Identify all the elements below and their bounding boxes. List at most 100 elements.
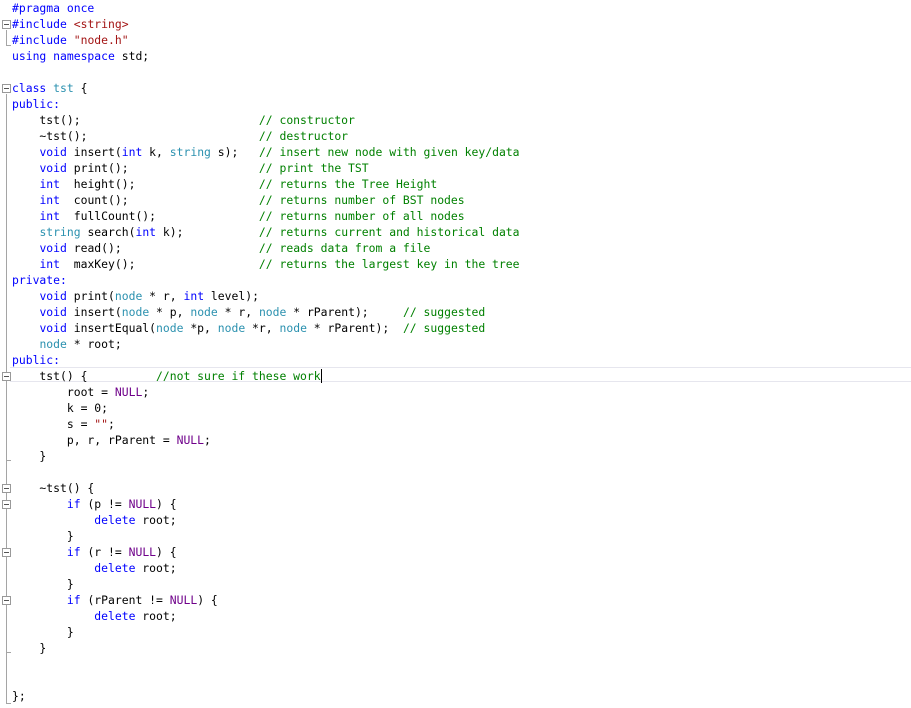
collapse-region-icon[interactable] bbox=[2, 484, 11, 493]
code-token: "node.h" bbox=[73, 33, 129, 47]
code-text: if (rParent != NULL) { bbox=[12, 592, 218, 608]
collapse-region-icon[interactable] bbox=[2, 596, 11, 605]
code-text: p, r, rParent = NULL; bbox=[12, 432, 211, 448]
code-text: root = NULL; bbox=[12, 384, 149, 400]
code-line[interactable]: int maxKey(); // returns the largest key… bbox=[0, 256, 911, 272]
code-token: count(); bbox=[60, 193, 259, 207]
code-line[interactable]: delete root; bbox=[0, 512, 911, 528]
code-token: string bbox=[169, 145, 211, 159]
code-line[interactable]: ~tst(); // destructor bbox=[0, 128, 911, 144]
code-token: node bbox=[39, 337, 67, 351]
code-line[interactable]: p, r, rParent = NULL; bbox=[0, 432, 911, 448]
code-line[interactable]: tst() { //not sure if these work bbox=[0, 368, 911, 384]
code-line[interactable]: public: bbox=[0, 96, 911, 112]
code-line[interactable] bbox=[0, 656, 911, 672]
code-token: insert( bbox=[66, 305, 122, 319]
code-token: delete bbox=[94, 609, 136, 623]
code-line[interactable]: ~tst() { bbox=[0, 480, 911, 496]
code-line[interactable]: } bbox=[0, 576, 911, 592]
code-token: read(); bbox=[66, 241, 259, 255]
collapse-region-icon[interactable] bbox=[2, 548, 11, 557]
code-line[interactable]: if (rParent != NULL) { bbox=[0, 592, 911, 608]
code-token: public: bbox=[12, 97, 61, 111]
code-text: tst() { //not sure if these work bbox=[12, 368, 322, 384]
code-line[interactable]: string search(int k); // returns current… bbox=[0, 224, 911, 240]
code-line[interactable]: void insert(int k, string s); // insert … bbox=[0, 144, 911, 160]
code-line[interactable]: using namespace std; bbox=[0, 48, 911, 64]
code-line[interactable]: private: bbox=[0, 272, 911, 288]
code-token: NULL bbox=[128, 497, 157, 511]
code-token: ; bbox=[142, 385, 150, 399]
code-line[interactable]: int height(); // returns the Tree Height bbox=[0, 176, 911, 192]
collapse-region-icon[interactable] bbox=[2, 372, 11, 381]
code-line[interactable]: s = ""; bbox=[0, 416, 911, 432]
code-line[interactable]: public: bbox=[0, 352, 911, 368]
code-line[interactable]: void insertEqual(node *p, node *r, node … bbox=[0, 320, 911, 336]
code-line[interactable]: if (p != NULL) { bbox=[0, 496, 911, 512]
code-line[interactable]: void read(); // reads data from a file bbox=[0, 240, 911, 256]
code-text: void print(node * r, int level); bbox=[12, 288, 259, 304]
code-token: root; bbox=[135, 561, 177, 575]
code-editor[interactable]: #pragma once #include <string> #include "n… bbox=[0, 0, 911, 708]
code-text: tst(); // constructor bbox=[12, 112, 354, 128]
code-line[interactable]: node * root; bbox=[0, 336, 911, 352]
code-line[interactable]: k = 0; bbox=[0, 400, 911, 416]
code-line[interactable]: tst(); // constructor bbox=[0, 112, 911, 128]
code-text: #include "node.h" bbox=[12, 32, 129, 48]
code-line[interactable]: delete root; bbox=[0, 560, 911, 576]
code-token: root; bbox=[135, 609, 177, 623]
code-line[interactable]: root = NULL; bbox=[0, 384, 911, 400]
code-line[interactable]: #pragma once bbox=[0, 0, 911, 16]
code-line[interactable]: } bbox=[0, 528, 911, 544]
code-line[interactable]: void print(node * r, int level); bbox=[0, 288, 911, 304]
code-text: void insert(node * p, node * r, node * r… bbox=[12, 304, 485, 320]
code-line[interactable] bbox=[0, 464, 911, 480]
code-line[interactable]: if (r != NULL) { bbox=[0, 544, 911, 560]
code-token: delete bbox=[94, 561, 136, 575]
code-line[interactable]: int count(); // returns number of BST no… bbox=[0, 192, 911, 208]
code-token: int bbox=[39, 257, 61, 271]
code-text: string search(int k); // returns current… bbox=[12, 224, 519, 240]
text-caret bbox=[320, 369, 322, 383]
collapse-region-icon[interactable] bbox=[2, 500, 11, 509]
code-token: node bbox=[190, 305, 218, 319]
code-token: void bbox=[39, 305, 67, 319]
code-token: NULL bbox=[114, 385, 143, 399]
code-token: // reads data from a file bbox=[258, 241, 431, 255]
code-text: } bbox=[12, 448, 46, 464]
code-line[interactable]: delete root; bbox=[0, 608, 911, 624]
code-line[interactable]: #include "node.h" bbox=[0, 32, 911, 48]
code-text: k = 0; bbox=[12, 400, 108, 416]
code-line[interactable] bbox=[0, 64, 911, 80]
code-token: NULL bbox=[128, 545, 157, 559]
code-line[interactable]: class tst { bbox=[0, 80, 911, 96]
code-text: int count(); // returns number of BST no… bbox=[12, 192, 464, 208]
code-line[interactable]: void insert(node * p, node * r, node * r… bbox=[0, 304, 911, 320]
code-line[interactable]: int fullCount(); // returns number of al… bbox=[0, 208, 911, 224]
code-line[interactable]: } bbox=[0, 448, 911, 464]
code-line[interactable]: void print(); // print the TST bbox=[0, 160, 911, 176]
code-token: void bbox=[39, 321, 67, 335]
code-token: height(); bbox=[60, 177, 259, 191]
code-text: #pragma once bbox=[12, 0, 94, 16]
code-token: tst() { bbox=[12, 369, 157, 383]
collapse-region-icon[interactable] bbox=[2, 84, 11, 93]
code-token: print( bbox=[66, 289, 115, 303]
code-token: if bbox=[66, 593, 81, 607]
code-text: void read(); // reads data from a file bbox=[12, 240, 430, 256]
code-line[interactable]: #include <string> bbox=[0, 16, 911, 32]
code-line[interactable]: }; bbox=[0, 688, 911, 704]
code-line[interactable]: } bbox=[0, 624, 911, 640]
code-token: }; bbox=[12, 689, 26, 703]
code-token: #include bbox=[12, 17, 74, 31]
code-line[interactable]: } bbox=[0, 640, 911, 656]
code-line[interactable] bbox=[0, 672, 911, 688]
collapse-region-icon[interactable] bbox=[2, 20, 11, 29]
code-text: ~tst(); // destructor bbox=[12, 128, 348, 144]
